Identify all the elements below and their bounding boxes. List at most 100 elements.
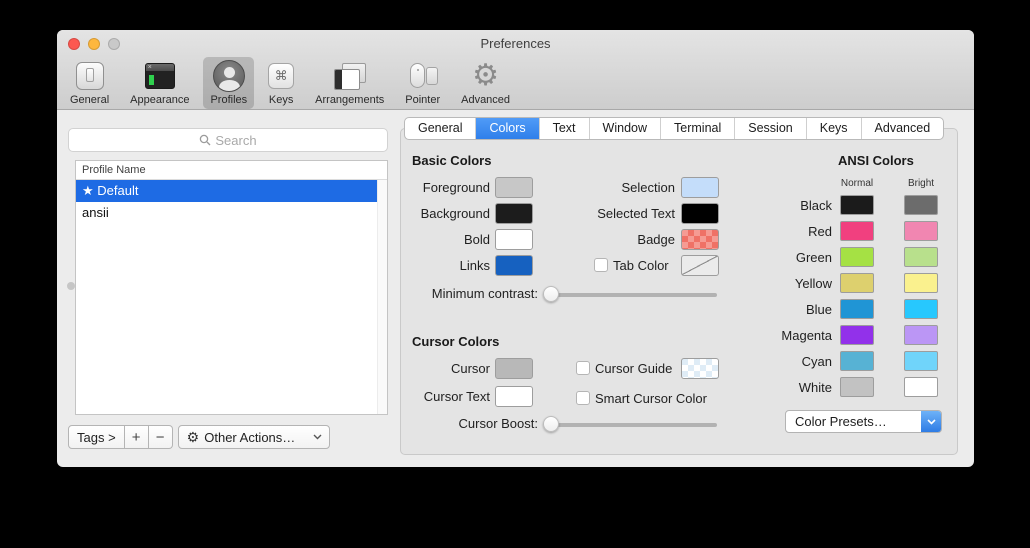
arrangements-icon bbox=[334, 59, 366, 93]
cursor-label: Cursor bbox=[395, 361, 490, 376]
general-icon bbox=[76, 59, 104, 93]
search-icon bbox=[199, 134, 211, 146]
traffic-lights bbox=[68, 38, 120, 50]
titlebar[interactable]: Preferences bbox=[57, 30, 974, 58]
tab-terminal[interactable]: Terminal bbox=[660, 118, 734, 139]
cursor-boost-slider[interactable] bbox=[547, 423, 717, 427]
profile-name: ansii bbox=[82, 205, 109, 220]
cursor-boost-slider-knob[interactable] bbox=[543, 416, 559, 432]
cursor-colors-header: Cursor Colors bbox=[412, 334, 499, 349]
ansi-cyan-bright-well[interactable] bbox=[904, 351, 938, 371]
ansi-blue-normal-well[interactable] bbox=[840, 299, 874, 319]
ansi-cyan-label: Cyan bbox=[757, 354, 832, 369]
tab-text[interactable]: Text bbox=[539, 118, 589, 139]
profile-row-ansii[interactable]: ansii bbox=[76, 202, 387, 224]
ansi-black-normal-well[interactable] bbox=[840, 195, 874, 215]
ansi-bright-header: Bright bbox=[904, 178, 938, 189]
appearance-icon: × bbox=[145, 59, 175, 93]
window-title: Preferences bbox=[57, 30, 974, 58]
ansi-blue-bright-well[interactable] bbox=[904, 299, 938, 319]
other-actions-dropdown[interactable]: ⚙ Other Actions… bbox=[178, 425, 330, 449]
other-actions-label: Other Actions… bbox=[204, 430, 307, 445]
ansi-black-bright-well[interactable] bbox=[904, 195, 938, 215]
ansi-red-bright-well[interactable] bbox=[904, 221, 938, 241]
profile-list-header[interactable]: Profile Name bbox=[76, 161, 387, 180]
background-color-well[interactable] bbox=[495, 203, 533, 224]
links-color-well[interactable] bbox=[495, 255, 533, 276]
bold-color-well[interactable] bbox=[495, 229, 533, 250]
list-scrollbar[interactable] bbox=[377, 180, 387, 414]
color-presets-label: Color Presets… bbox=[786, 414, 921, 429]
cursor-text-label: Cursor Text bbox=[395, 389, 490, 404]
profile-actions-bar: Tags > + − ⚙ Other Actions… bbox=[68, 425, 330, 449]
ansi-normal-header: Normal bbox=[840, 178, 874, 189]
ansi-green-bright-well[interactable] bbox=[904, 247, 938, 267]
ansi-cyan-normal-well[interactable] bbox=[840, 351, 874, 371]
cursor-boost-label: Cursor Boost: bbox=[427, 416, 538, 431]
profile-list: Profile Name ★ Default ansii bbox=[75, 160, 388, 415]
remove-profile-button[interactable]: − bbox=[149, 425, 173, 449]
toolbar: General × Appearance Profiles ⌘ Keys bbox=[63, 57, 517, 109]
tab-colors[interactable]: Colors bbox=[475, 118, 538, 139]
smart-cursor-checkbox[interactable] bbox=[576, 391, 590, 405]
toolbar-item-arrangements[interactable]: Arrangements bbox=[308, 57, 391, 109]
tab-session[interactable]: Session bbox=[734, 118, 805, 139]
tab-window[interactable]: Window bbox=[589, 118, 660, 139]
toolbar-item-appearance[interactable]: × Appearance bbox=[123, 57, 196, 109]
selection-color-well[interactable] bbox=[681, 177, 719, 198]
ansi-magenta-bright-well[interactable] bbox=[904, 325, 938, 345]
close-button[interactable] bbox=[68, 38, 80, 50]
tags-button[interactable]: Tags > bbox=[68, 425, 125, 449]
tab-general[interactable]: General bbox=[405, 118, 475, 139]
ansi-white-normal-well[interactable] bbox=[840, 377, 874, 397]
ansi-green-label: Green bbox=[757, 250, 832, 265]
ansi-yellow-bright-well[interactable] bbox=[904, 273, 938, 293]
toolbar-item-advanced[interactable]: ⚙ Advanced bbox=[454, 57, 517, 109]
search-input[interactable]: Search bbox=[68, 128, 388, 152]
pointer-icon bbox=[408, 59, 438, 93]
cursor-color-well[interactable] bbox=[495, 358, 533, 379]
foreground-color-well[interactable] bbox=[495, 177, 533, 198]
tab-color-well[interactable] bbox=[681, 255, 719, 276]
color-presets-dropdown[interactable]: Color Presets… bbox=[785, 410, 942, 433]
star-icon: ★ bbox=[82, 183, 94, 198]
zoom-button[interactable] bbox=[108, 38, 120, 50]
ansi-blue-label: Blue bbox=[757, 302, 832, 317]
minimum-contrast-slider[interactable] bbox=[547, 293, 717, 297]
toolbar-item-pointer[interactable]: Pointer bbox=[398, 57, 447, 109]
tab-advanced[interactable]: Advanced bbox=[861, 118, 944, 139]
badge-color-well[interactable] bbox=[681, 229, 719, 250]
ansi-colors-header: ANSI Colors bbox=[838, 153, 914, 168]
toolbar-item-profiles[interactable]: Profiles bbox=[203, 57, 254, 109]
add-profile-button[interactable]: + bbox=[125, 425, 149, 449]
basic-colors-header: Basic Colors bbox=[412, 153, 491, 168]
selected-text-color-well[interactable] bbox=[681, 203, 719, 224]
tab-color-checkbox[interactable] bbox=[594, 258, 608, 272]
chevron-down-icon bbox=[921, 411, 941, 432]
minimize-button[interactable] bbox=[88, 38, 100, 50]
ansi-black-label: Black bbox=[757, 198, 832, 213]
ansi-magenta-normal-well[interactable] bbox=[840, 325, 874, 345]
ansi-white-bright-well[interactable] bbox=[904, 377, 938, 397]
cursor-guide-color-well[interactable] bbox=[681, 358, 719, 379]
minimum-contrast-slider-knob[interactable] bbox=[543, 286, 559, 302]
cursor-guide-checkbox[interactable] bbox=[576, 361, 590, 375]
keys-icon: ⌘ bbox=[268, 59, 294, 93]
profile-row-default[interactable]: ★ Default bbox=[76, 180, 387, 202]
tab-keys[interactable]: Keys bbox=[806, 118, 861, 139]
bold-label: Bold bbox=[395, 232, 490, 247]
ansi-red-normal-well[interactable] bbox=[840, 221, 874, 241]
ansi-yellow-normal-well[interactable] bbox=[840, 273, 874, 293]
ansi-green-normal-well[interactable] bbox=[840, 247, 874, 267]
toolbar-item-general[interactable]: General bbox=[63, 57, 116, 109]
window-edge-dot bbox=[67, 282, 75, 290]
cursor-text-color-well[interactable] bbox=[495, 386, 533, 407]
tab-color-label: Tab Color bbox=[613, 258, 675, 273]
window-header: Preferences General × Appearance Profile… bbox=[57, 30, 974, 110]
selection-label: Selection bbox=[575, 180, 675, 195]
cursor-guide-label: Cursor Guide bbox=[595, 361, 679, 376]
chevron-down-icon bbox=[313, 434, 322, 440]
ansi-white-label: White bbox=[757, 380, 832, 395]
minimum-contrast-label: Minimum contrast: bbox=[417, 286, 538, 301]
toolbar-item-keys[interactable]: ⌘ Keys bbox=[261, 57, 301, 109]
